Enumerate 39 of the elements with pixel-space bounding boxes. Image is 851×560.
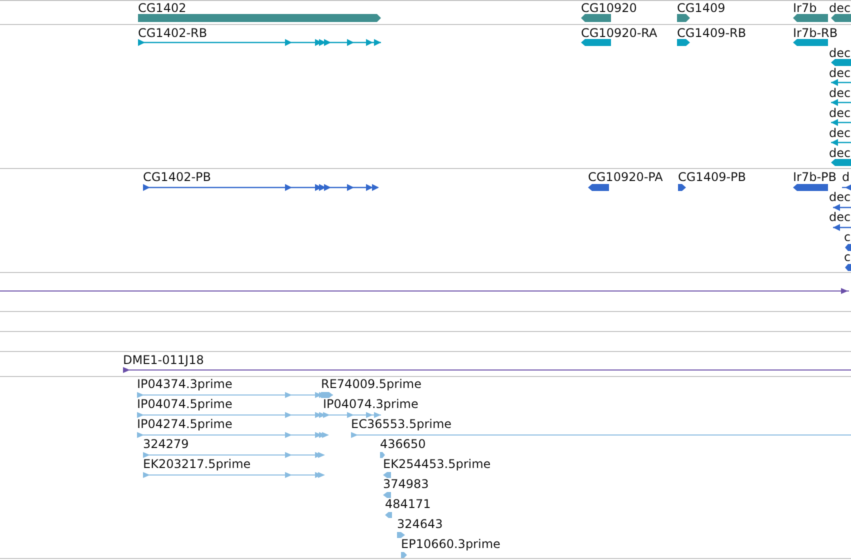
feature-label: d	[842, 171, 850, 183]
feature-label: dec	[829, 191, 851, 203]
feature-label: Ir7b-RB	[793, 27, 838, 39]
feature-label: CG1402-PB	[143, 171, 212, 183]
feature-label: CG10920	[581, 2, 637, 14]
feature-label: IP04074.5prime	[137, 398, 232, 410]
feature-label: Ir7b	[793, 2, 817, 14]
feature-label: CG1409-RB	[677, 27, 746, 39]
feature-label: 324279	[143, 438, 189, 450]
feature-label: IP04374.3prime	[137, 378, 232, 390]
feature-label: 374983	[383, 478, 429, 490]
feature-label: dec	[829, 2, 851, 14]
feature-label: dec	[829, 67, 851, 79]
feature-label: 436650	[380, 438, 426, 450]
feature-label: CG10920-RA	[581, 27, 658, 39]
feature-label: RE74009.5prime	[321, 378, 422, 390]
feature-label: dec	[829, 147, 851, 159]
feature-label: c	[844, 231, 851, 243]
feature-label: 484171	[385, 498, 431, 510]
feature-label: IP04074.3prime	[323, 398, 418, 410]
feature-label: CG1402-RB	[138, 27, 208, 39]
feature-label: EK203217.5prime	[143, 458, 251, 470]
feature-label: IP04274.5prime	[137, 418, 232, 430]
feature-label: c	[844, 251, 851, 263]
feature-label: dec	[829, 127, 851, 139]
feature-label: CG1409-PB	[678, 171, 746, 183]
feature-label: CG10920-PA	[588, 171, 663, 183]
feature-label: EK254453.5prime	[383, 458, 491, 470]
feature-label: CG1409	[677, 2, 726, 14]
feature-label: EP10660.3prime	[401, 538, 500, 550]
feature-label: DME1-011J18	[123, 354, 204, 366]
feature-label: CG1402	[138, 2, 186, 14]
feature-label: EC36553.5prime	[351, 418, 452, 430]
feature-label: dec	[829, 47, 851, 59]
feature-label: dec	[829, 211, 851, 223]
feature-label: 324643	[397, 518, 443, 530]
feature-label: dec	[829, 87, 851, 99]
feature-label: dec	[829, 107, 851, 119]
feature-label: Ir7b-PB	[793, 171, 837, 183]
